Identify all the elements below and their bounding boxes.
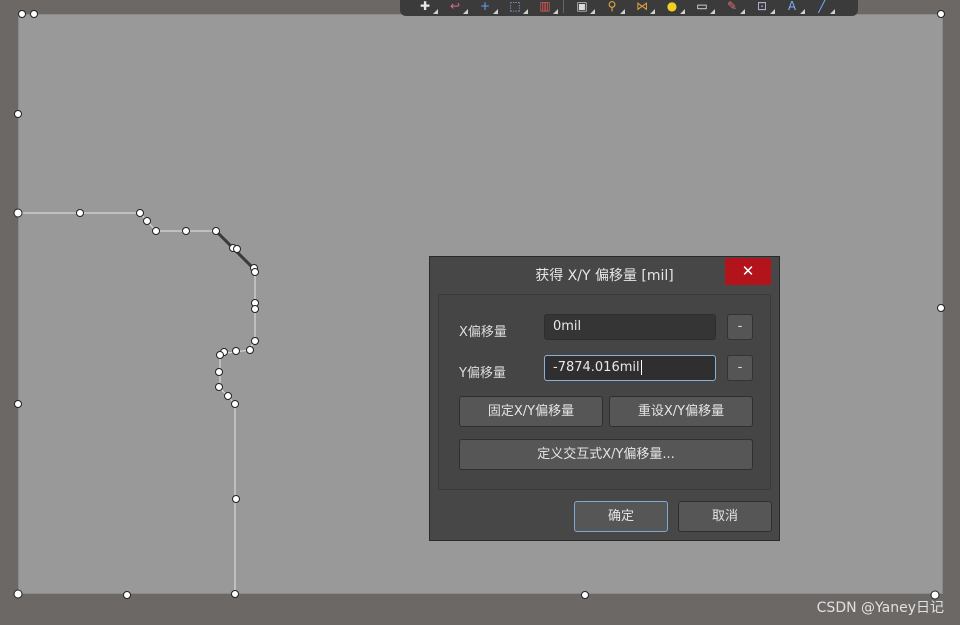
note-tool-button[interactable]: ▭ [687, 0, 717, 16]
fix-offset-button[interactable]: 固定X/Y偏移量 [459, 396, 603, 427]
note-icon: ▭ [696, 0, 708, 13]
net-tool-button[interactable]: ⋈ [627, 0, 657, 16]
dropdown-corner-icon [650, 9, 655, 14]
dropdown-corner-icon [680, 9, 685, 14]
x-offset-input[interactable]: 0mil [544, 314, 716, 340]
x-pick-button[interactable]: - [727, 314, 753, 340]
text-tool-button[interactable]: A [777, 0, 807, 16]
dropdown-corner-icon [830, 9, 835, 14]
ok-button[interactable]: 确定 [574, 501, 668, 532]
arc-icon: ↩ [449, 0, 461, 13]
close-button[interactable]: ✕ [725, 258, 771, 285]
clip-tool-button[interactable]: ⊡ [747, 0, 777, 16]
reset-offset-button[interactable]: 重设X/Y偏移量 [609, 396, 753, 427]
active-bar-toolbar: ✚ ↩ + ⬚ ▥ ▣ ⚲ ⋈ ● ▭ ✎ ⊡ A ╱ [400, 0, 858, 16]
text-icon: A [787, 0, 797, 13]
bulb-tool-button[interactable]: ● [657, 0, 687, 16]
define-interactive-offset-button[interactable]: 定义交互式X/Y偏移量... [459, 439, 753, 470]
dropdown-corner-icon [493, 9, 498, 14]
dropdown-corner-icon [770, 9, 775, 14]
cancel-button[interactable]: 取消 [678, 501, 772, 532]
y-offset-input[interactable]: -7874.016mil [544, 355, 716, 381]
edit-icon: ✎ [726, 0, 738, 13]
select-rect-tool-button[interactable]: ⬚ [500, 0, 530, 16]
clip-icon: ⊡ [756, 0, 768, 13]
probe-tool-button[interactable]: ⚲ [597, 0, 627, 16]
bar-chart-tool-button[interactable]: ▥ [530, 0, 560, 16]
dropdown-corner-icon [523, 9, 528, 14]
dropdown-corner-icon [620, 9, 625, 14]
component-tool-button[interactable]: ▣ [567, 0, 597, 16]
text-caret [640, 360, 642, 375]
dropdown-corner-icon [800, 9, 805, 14]
y-offset-value: -7874.016mil [553, 360, 640, 375]
dropdown-corner-icon [553, 9, 558, 14]
outline-path [18, 212, 256, 594]
net-icon: ⋈ [636, 0, 648, 13]
y-pick-button[interactable]: - [727, 355, 753, 381]
toolbar-separator [563, 0, 564, 13]
route-icon: ✚ [419, 0, 431, 13]
watermark-text: CSDN @Yaney日记 [816, 600, 944, 616]
probe-icon: ⚲ [607, 0, 617, 13]
cross-icon: + [479, 0, 491, 13]
line-tool-button[interactable]: ╱ [807, 0, 837, 16]
component-icon: ▣ [576, 0, 588, 13]
dropdown-corner-icon [590, 9, 595, 14]
x-offset-label: X偏移量 [459, 325, 507, 340]
offset-dialog: 获得 X/Y 偏移量 [mil] ✕ X偏移量 0mil - Y偏移量 -787… [429, 256, 780, 541]
offset-panel: X偏移量 0mil - Y偏移量 -7874.016mil - 固定X/Y偏移量… [438, 294, 771, 490]
dropdown-corner-icon [740, 9, 745, 14]
route-tool-button[interactable]: ✚ [410, 0, 440, 16]
y-offset-label: Y偏移量 [459, 366, 506, 381]
bulb-icon: ● [666, 0, 678, 13]
cross-tool-button[interactable]: + [470, 0, 500, 16]
dropdown-corner-icon [710, 9, 715, 14]
edit-tool-button[interactable]: ✎ [717, 0, 747, 16]
line-icon: ╱ [818, 0, 826, 13]
dropdown-corner-icon [463, 9, 468, 14]
bar-chart-icon: ▥ [539, 0, 551, 13]
arc-tool-button[interactable]: ↩ [440, 0, 470, 16]
select-rect-icon: ⬚ [509, 0, 521, 13]
dropdown-corner-icon [433, 9, 438, 14]
